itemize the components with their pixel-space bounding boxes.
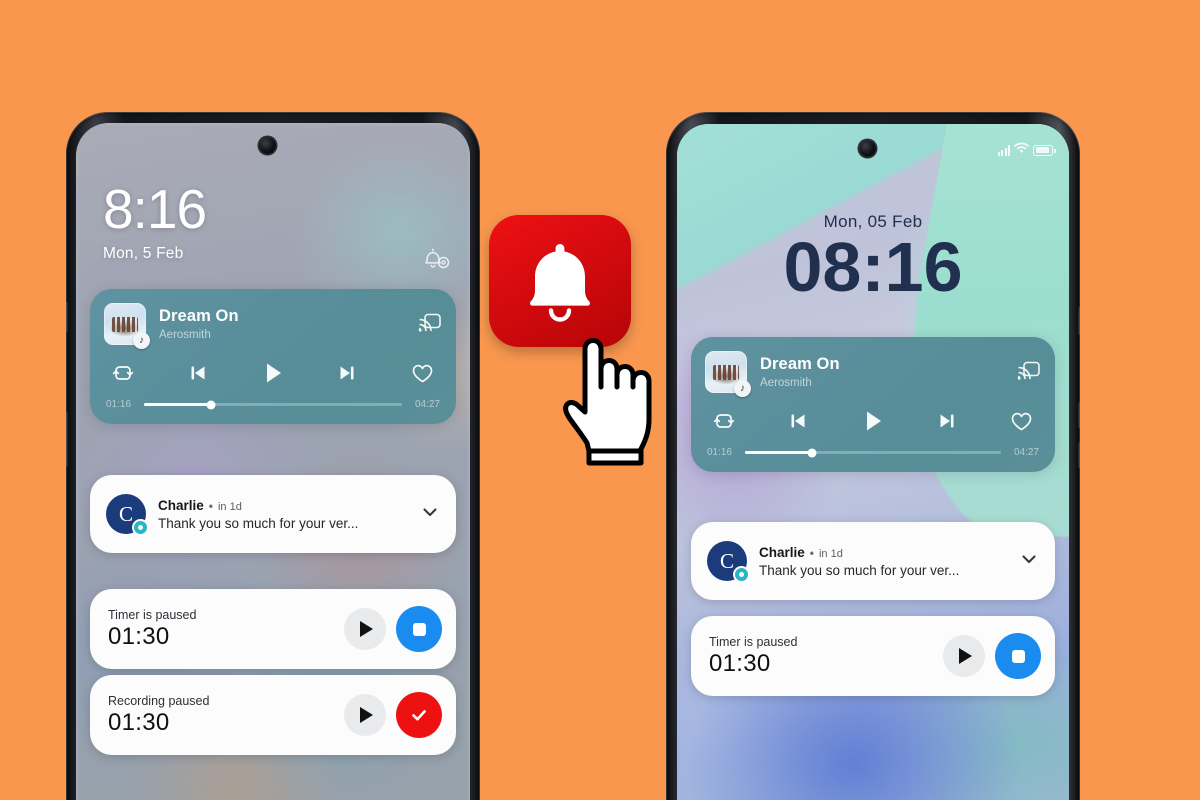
media-header: ♪ Dream On Aerosmith bbox=[90, 289, 456, 349]
favorite-button[interactable] bbox=[411, 363, 434, 384]
media-title: Dream On bbox=[159, 307, 239, 325]
avatar-app-badge bbox=[134, 521, 147, 534]
media-seekbar-row[interactable]: 01:16 04:27 bbox=[691, 433, 1055, 472]
chevron-down-icon[interactable] bbox=[1019, 549, 1039, 574]
chevron-down-icon[interactable] bbox=[420, 502, 440, 527]
phone-left: 8:16 Mon, 5 Feb ♪ Dream On Aerosmith 01:… bbox=[66, 112, 480, 800]
recorder-done-button[interactable] bbox=[396, 692, 442, 738]
music-note-icon: ♪ bbox=[734, 380, 751, 397]
timer-value: 01:30 bbox=[108, 622, 170, 650]
previous-button[interactable] bbox=[188, 363, 208, 383]
timer-stop-button[interactable] bbox=[396, 606, 442, 652]
notification-card-timer[interactable]: Timer is paused 01:30 bbox=[691, 616, 1055, 696]
media-artist: Aerosmith bbox=[760, 377, 812, 389]
avatar-app-badge bbox=[735, 568, 748, 581]
message-separator: • bbox=[809, 545, 814, 560]
avatar: C bbox=[707, 541, 748, 581]
front-camera-punchhole bbox=[259, 137, 276, 154]
wifi-icon bbox=[1014, 141, 1029, 159]
previous-button[interactable] bbox=[788, 411, 808, 431]
message-sender: Charlie bbox=[759, 544, 805, 560]
next-button[interactable] bbox=[337, 363, 357, 383]
lockscreen-clock-left: 8:16 Mon, 5 Feb bbox=[103, 178, 207, 263]
timer-stop-button[interactable] bbox=[995, 633, 1041, 679]
duration-time: 04:27 bbox=[414, 399, 440, 410]
notification-card-message[interactable]: C Charlie • in 1d Thank you so much for … bbox=[90, 475, 456, 553]
notification-card-recorder[interactable]: Recording paused 01:30 bbox=[90, 675, 456, 755]
recorder-label: Recording paused bbox=[108, 693, 210, 708]
album-art: ♪ bbox=[104, 303, 150, 349]
status-bar bbox=[997, 141, 1056, 159]
phone-left-screen[interactable]: 8:16 Mon, 5 Feb ♪ Dream On Aerosmith 01:… bbox=[76, 123, 470, 800]
media-controls bbox=[90, 345, 456, 385]
seek-knob[interactable] bbox=[807, 448, 817, 457]
bell-icon bbox=[529, 244, 591, 322]
battery-icon bbox=[1033, 144, 1056, 156]
lockscreen-date: Mon, 5 Feb bbox=[103, 245, 184, 263]
media-seekbar-row[interactable]: 01:16 04:27 bbox=[90, 385, 456, 424]
cast-icon[interactable] bbox=[418, 311, 442, 338]
avatar-letter: C bbox=[719, 548, 734, 573]
media-header: ♪ Dream On Aerosmith bbox=[691, 337, 1055, 397]
timer-play-button[interactable] bbox=[943, 635, 985, 677]
album-art: ♪ bbox=[705, 351, 751, 397]
elapsed-time: 01:16 bbox=[707, 447, 733, 458]
media-title: Dream On bbox=[760, 355, 840, 373]
recorder-value: 01:30 bbox=[108, 708, 170, 736]
avatar: C bbox=[106, 494, 147, 534]
lockscreen-clock-right: Mon, 05 Feb 08:16 bbox=[677, 212, 1069, 306]
phone-right-screen[interactable]: Mon, 05 Feb 08:16 ♪ Dream On Aerosmith 0… bbox=[677, 124, 1069, 800]
play-button[interactable] bbox=[862, 409, 884, 433]
timer-label: Timer is paused bbox=[108, 607, 197, 622]
message-body: Thank you so much for your ver... bbox=[158, 515, 359, 531]
seek-knob[interactable] bbox=[206, 400, 216, 409]
repeat-button[interactable] bbox=[713, 411, 735, 431]
front-camera-punchhole bbox=[859, 140, 876, 157]
lockscreen-time: 08:16 bbox=[783, 228, 963, 306]
recorder-play-button[interactable] bbox=[344, 694, 386, 736]
media-artist: Aerosmith bbox=[159, 329, 211, 341]
notification-card-timer[interactable]: Timer is paused 01:30 bbox=[90, 589, 456, 669]
signal-icon bbox=[997, 144, 1010, 156]
message-sender: Charlie bbox=[158, 497, 204, 513]
music-note-icon: ♪ bbox=[133, 332, 150, 349]
repeat-button[interactable] bbox=[112, 363, 134, 383]
phone-right: Mon, 05 Feb 08:16 ♪ Dream On Aerosmith 0… bbox=[666, 112, 1080, 800]
media-player-card-left[interactable]: ♪ Dream On Aerosmith 01:16 04:27 bbox=[90, 289, 456, 424]
message-body: Thank you so much for your ver... bbox=[759, 562, 960, 578]
media-player-card-right[interactable]: ♪ Dream On Aerosmith 01:16 04:27 bbox=[691, 337, 1055, 472]
hand-pointer-cursor bbox=[554, 325, 674, 470]
lockscreen-time: 8:16 bbox=[103, 178, 207, 240]
message-separator: • bbox=[208, 498, 213, 513]
seek-track[interactable] bbox=[144, 400, 402, 409]
bell-settings-icon[interactable] bbox=[422, 245, 452, 276]
next-button[interactable] bbox=[937, 411, 957, 431]
message-time-ago: in 1d bbox=[217, 500, 242, 513]
timer-value: 01:30 bbox=[709, 649, 771, 677]
avatar-letter: C bbox=[118, 501, 133, 526]
favorite-button[interactable] bbox=[1010, 411, 1033, 432]
timer-label: Timer is paused bbox=[709, 634, 798, 649]
message-time-ago: in 1d bbox=[818, 547, 843, 560]
elapsed-time: 01:16 bbox=[106, 399, 132, 410]
seek-track[interactable] bbox=[745, 448, 1001, 457]
media-controls bbox=[691, 393, 1055, 433]
timer-play-button[interactable] bbox=[344, 608, 386, 650]
cast-icon[interactable] bbox=[1017, 359, 1041, 386]
notification-card-message[interactable]: C Charlie • in 1d Thank you so much for … bbox=[691, 522, 1055, 600]
play-button[interactable] bbox=[262, 361, 284, 385]
duration-time: 04:27 bbox=[1013, 447, 1039, 458]
